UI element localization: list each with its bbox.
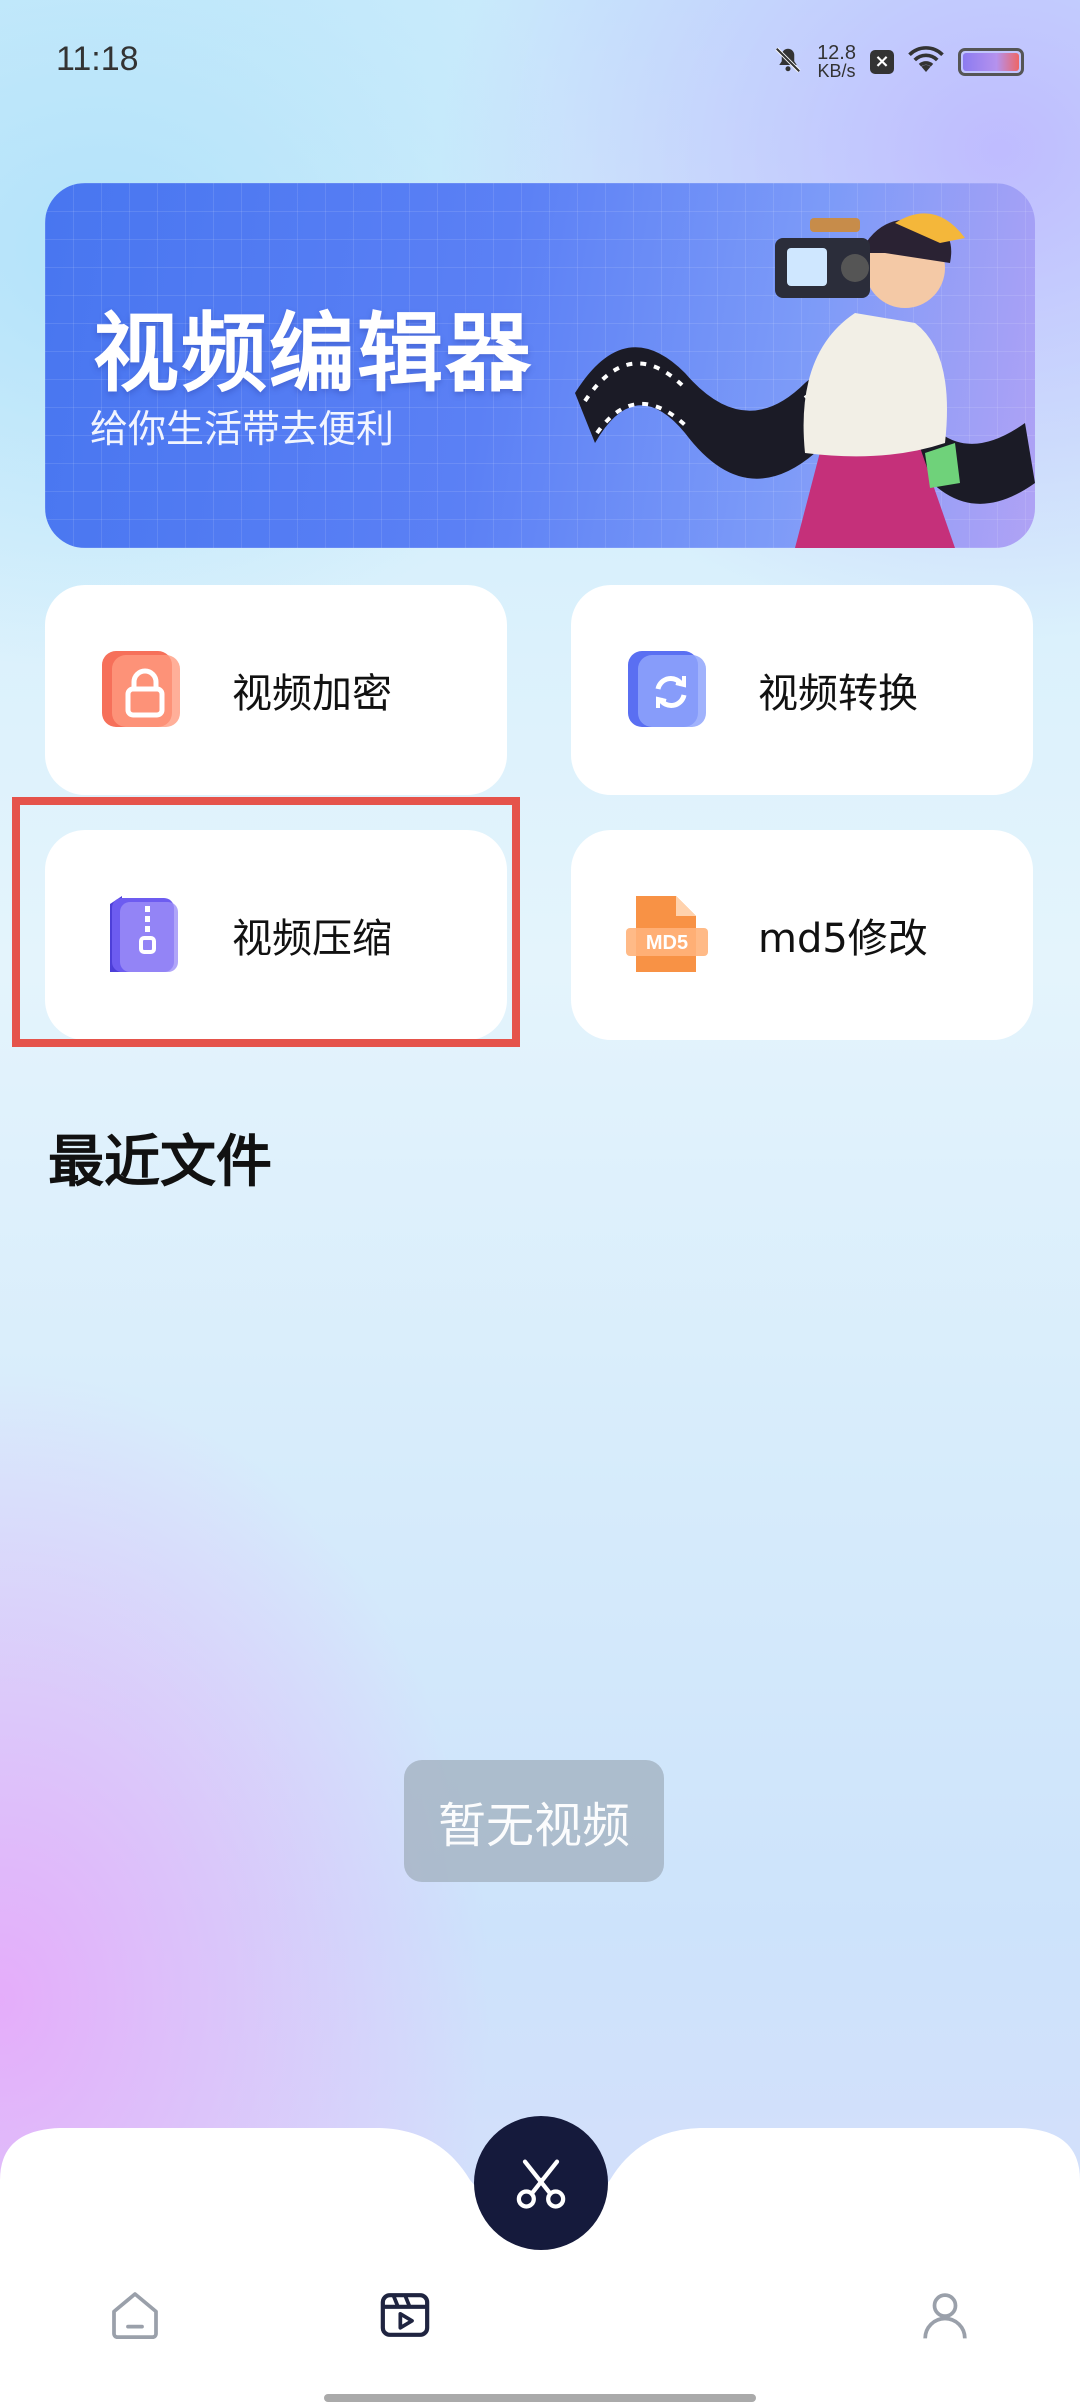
status-icons: 12.8 KB/s × — [773, 40, 1024, 84]
mute-bell-icon — [773, 45, 803, 79]
banner-title: 视频编辑器 — [93, 304, 533, 404]
svg-text:MD5: MD5 — [646, 932, 688, 954]
nav-video[interactable] — [360, 2270, 450, 2360]
selection-highlight — [12, 797, 520, 1047]
network-speed: 12.8 KB/s — [817, 42, 856, 81]
home-indicator[interactable] — [324, 2394, 756, 2402]
empty-state-label: 暂无视频 — [404, 1760, 664, 1882]
edit-scissors-icon — [516, 2159, 566, 2209]
status-time: 11:18 — [56, 40, 139, 78]
nav-profile[interactable] — [900, 2270, 990, 2360]
recent-files-title: 最近文件 — [48, 1130, 272, 1195]
edit-fab-button[interactable] — [474, 2116, 608, 2250]
video-icon — [380, 2293, 430, 2337]
feature-label: 视频转换 — [758, 671, 918, 717]
close-box-icon: × — [870, 50, 894, 74]
feature-label: 视频加密 — [232, 671, 392, 717]
status-bar: 11:18 12.8 KB/s × — [0, 0, 1080, 120]
home-icon — [112, 2292, 158, 2340]
convert-icon — [626, 649, 708, 731]
feature-card-convert[interactable]: 视频转换 — [571, 585, 1033, 795]
feature-label: md5修改 — [758, 916, 928, 962]
md5-file-icon: MD5 — [626, 894, 708, 976]
feature-card-encrypt[interactable]: 视频加密 — [45, 585, 507, 795]
wifi-icon — [908, 45, 944, 79]
battery-icon — [958, 48, 1024, 76]
profile-icon — [923, 2293, 967, 2339]
nav-home[interactable] — [90, 2270, 180, 2360]
lock-icon — [100, 649, 182, 731]
cameraman-illustration — [575, 213, 1035, 548]
feature-card-md5[interactable]: MD5 md5修改 — [571, 830, 1033, 1040]
banner-subtitle: 给你生活带去便利 — [90, 407, 395, 451]
hero-banner[interactable]: 视频编辑器 给你生活带去便利 — [45, 183, 1035, 548]
